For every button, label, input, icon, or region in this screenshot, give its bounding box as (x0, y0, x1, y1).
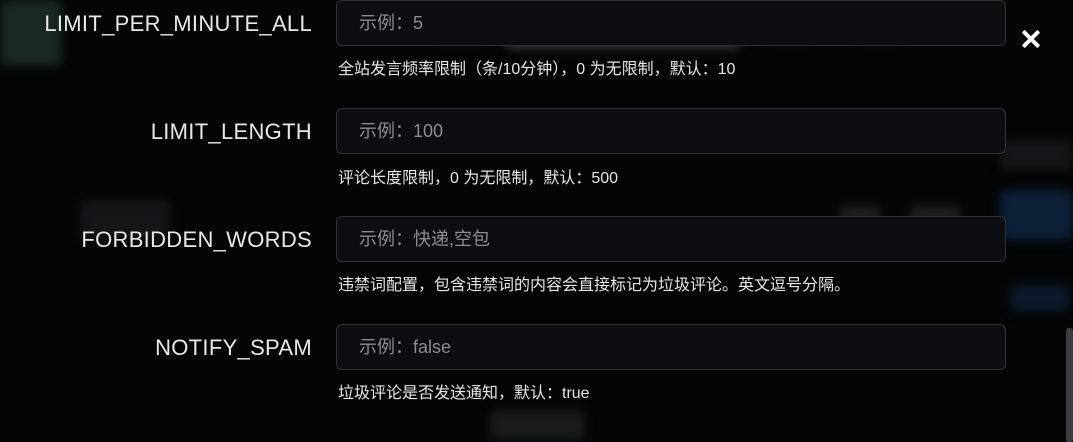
field-label: FORBIDDEN_WORDS (81, 227, 312, 252)
limit-per-minute-all-input[interactable] (336, 0, 1006, 46)
field-label: NOTIFY_SPAM (155, 335, 312, 360)
field-label: LIMIT_PER_MINUTE_ALL (44, 11, 312, 36)
field-help-text: 垃圾评论是否发送通知，默认：true (338, 385, 590, 402)
field-help-text: 全站发言频率限制（条/10分钟），0 为无限制，默认：10 (338, 61, 736, 78)
field-help-text: 违禁词配置，包含违禁词的内容会直接标记为垃圾评论。英文逗号分隔。 (338, 277, 851, 294)
notify-spam-input[interactable] (336, 324, 1006, 370)
forbidden-words-input[interactable] (336, 216, 1006, 262)
limit-length-input[interactable] (336, 108, 1006, 154)
field-help-text: 评论长度限制，0 为无限制，默认：500 (338, 170, 619, 187)
settings-modal-screen: LIMIT_PER_MINUTE_ALL 全站发言频率限制（条/10分钟），0 … (0, 0, 1073, 442)
field-label: LIMIT_LENGTH (150, 119, 312, 144)
close-icon[interactable] (1018, 26, 1044, 52)
scrollbar-thumb[interactable] (1066, 328, 1073, 442)
